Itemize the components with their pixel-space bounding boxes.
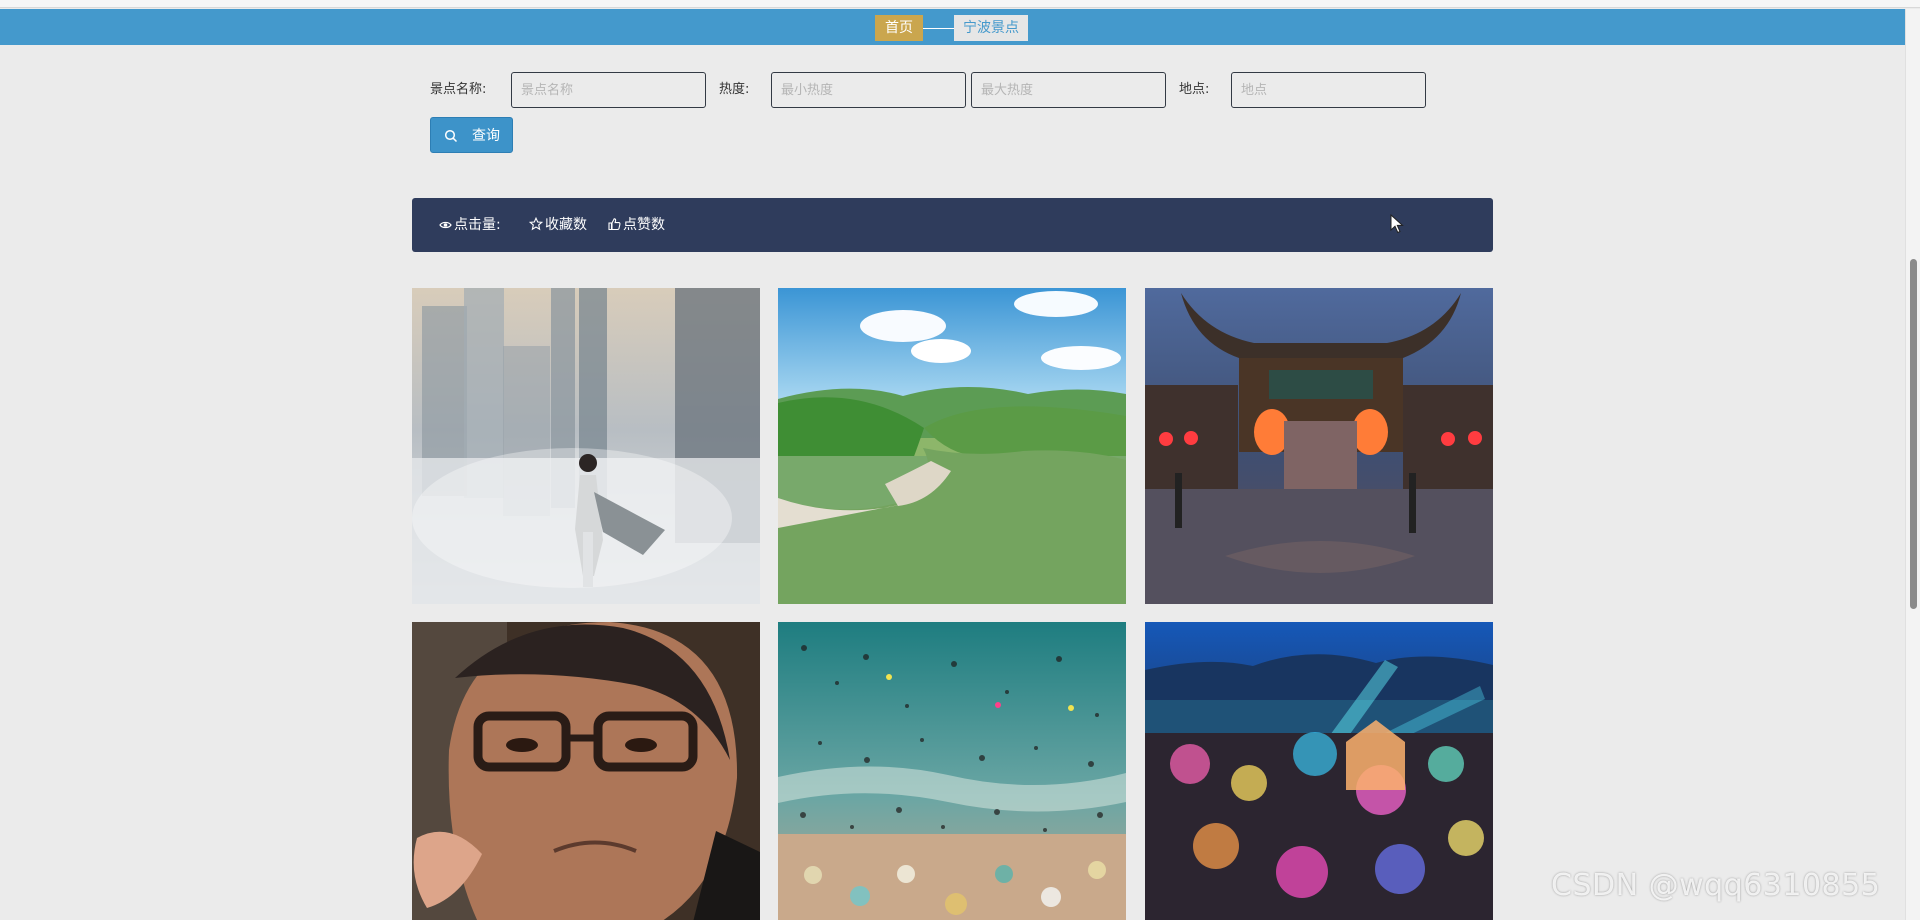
scenic-spot-grid	[412, 288, 1493, 920]
sort-likes-label: 点赞数	[623, 217, 665, 233]
scrollbar-thumb[interactable]	[1910, 259, 1917, 609]
scenic-spot-card[interactable]	[412, 622, 760, 920]
spot-name-label: 景点名称:	[430, 82, 487, 97]
location-input[interactable]	[1231, 72, 1426, 108]
eye-icon	[439, 221, 452, 229]
vertical-scrollbar[interactable]	[1905, 9, 1920, 920]
heat-label: 热度:	[719, 82, 750, 97]
mouse-cursor-icon	[1390, 214, 1404, 234]
spot-name-input[interactable]	[511, 72, 706, 108]
breadcrumb-connector	[923, 28, 954, 29]
min-heat-input[interactable]	[771, 72, 966, 108]
search-icon	[444, 129, 458, 143]
green-hills-lake-image	[778, 288, 1126, 604]
sort-by-likes[interactable]: 点赞数	[607, 215, 665, 235]
breadcrumb-home[interactable]: 首页	[875, 15, 923, 41]
sort-by-clicks[interactable]: 点击量:	[439, 215, 501, 235]
scenic-spot-card[interactable]	[778, 288, 1126, 604]
thumbs-up-icon	[608, 218, 621, 231]
night-chinese-gate-image	[1145, 288, 1493, 604]
csdn-watermark: CSDN @wqq6310855	[1551, 868, 1881, 903]
misty-city-person-image	[412, 288, 760, 604]
crowded-beach-image	[778, 622, 1126, 920]
sort-bar: 点击量: 收藏数 点赞数	[412, 198, 1493, 252]
location-label: 地点:	[1179, 82, 1210, 97]
scenic-spot-card[interactable]	[412, 288, 760, 604]
breadcrumb-current[interactable]: 宁波景点	[954, 15, 1028, 41]
window-top-border	[0, 0, 1920, 8]
sort-clicks-label: 点击量:	[454, 217, 501, 233]
sort-favorites-label: 收藏数	[545, 217, 587, 233]
query-button[interactable]: 查询	[430, 117, 513, 153]
scenic-spot-card[interactable]	[778, 622, 1126, 920]
sort-by-favorites[interactable]: 收藏数	[529, 215, 587, 235]
max-heat-input[interactable]	[971, 72, 1166, 108]
night-light-park-image	[1145, 622, 1493, 920]
top-navigation-bar: 首页 宁波景点	[0, 9, 1905, 45]
man-with-glasses-image	[412, 622, 760, 920]
scenic-spot-card[interactable]	[1145, 622, 1493, 920]
query-button-label: 查询	[472, 128, 500, 144]
scenic-spot-card[interactable]	[1145, 288, 1493, 604]
star-icon	[529, 217, 543, 231]
search-form: 景点名称: 热度: 地点:	[430, 72, 1500, 156]
